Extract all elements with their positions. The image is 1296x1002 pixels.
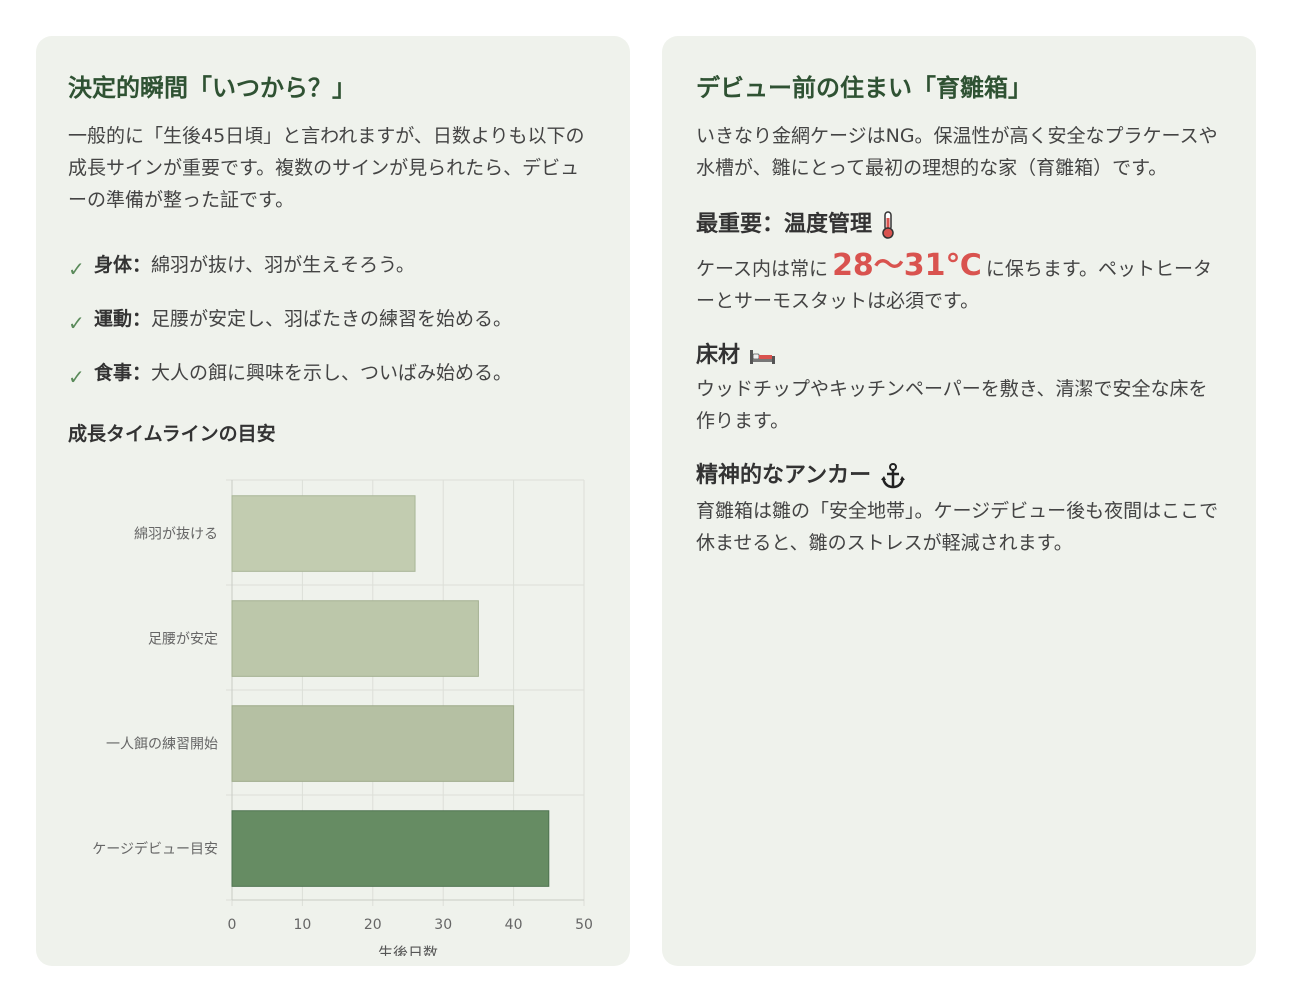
bed-icon xyxy=(748,346,776,366)
bar xyxy=(231,810,550,887)
temperature-value: 28〜31℃ xyxy=(832,248,982,283)
growth-timeline-chart: 綿羽が抜ける足腰が安定一人餌の練習開始ケージデビュー目安 0 10 20 30 40 50 生… xyxy=(92,479,593,956)
x-tick-label: 0 xyxy=(228,917,237,933)
bar xyxy=(231,600,479,677)
temperature-text: ケース内は常に 28〜31℃ に保ちます。ペットヒーターとサーモスタットは必須です。 xyxy=(696,250,1222,317)
timing-title: 決定的瞬間「いつから？」 xyxy=(68,74,356,102)
anchor-icon xyxy=(879,462,907,490)
category-label: 綿羽が抜ける xyxy=(134,527,218,543)
x-axis-title: 生後日数 xyxy=(378,944,438,956)
floor-text: ウッドチップやキッチンペーパーを敷き、清潔で安全な床を作ります。 xyxy=(696,378,1208,432)
growth-sign-item: ✓ 身体： 綿羽が抜け、羽が生えそろう。 xyxy=(68,236,598,290)
floor-heading-text: 床材 xyxy=(696,343,741,368)
thermometer-icon xyxy=(880,211,896,239)
anchor-heading: 精神的なアンカー xyxy=(696,459,1222,493)
temperature-pre: ケース内は常に xyxy=(696,258,829,280)
bar xyxy=(231,705,515,782)
category-label: ケージデビュー目安 xyxy=(92,841,218,858)
anchor-text: 育雛箱は雛の「安全地帯」。ケージデビュー後も夜間はここで休ませると、雛のストレス… xyxy=(696,500,1219,554)
timeline-heading: 成長タイムラインの目安 xyxy=(68,423,276,445)
sign-key: 身体： xyxy=(94,253,152,276)
anchor-section: 精神的なアンカー 育雛箱は雛の「安全地帯」。ケージデビュー後も夜間はここで休ませ… xyxy=(696,459,1222,559)
x-tick-label: 10 xyxy=(293,917,311,933)
check-icon: ✓ xyxy=(68,257,85,281)
check-icon: ✓ xyxy=(68,311,85,335)
temperature-heading: 最重要：温度管理 xyxy=(696,208,1222,242)
growth-sign-item: ✓ 運動： 足腰が安定し、羽ばたきの練習を始める。 xyxy=(68,290,598,344)
growth-signs-list: ✓ 身体： 綿羽が抜け、羽が生えそろう。 ✓ 運動： 足腰が安定し、羽ばたきの練… xyxy=(68,236,598,398)
brooder-title: デビュー前の住まい「育雛箱」 xyxy=(696,74,1032,102)
x-tick-label: 20 xyxy=(364,917,382,933)
category-label: 一人餌の練習開始 xyxy=(106,736,218,753)
category-label: 足腰が安定 xyxy=(148,632,218,648)
temperature-section: 最重要：温度管理 ケース内は常に 28〜31℃ に保ちます。ペットヒーターとサーモス… xyxy=(696,208,1222,317)
timing-intro: 一般的に「生後45日頃」と言われますが、日数よりも以下の成長サインが重要です。複… xyxy=(68,125,585,211)
floor-heading: 床材 xyxy=(696,339,1222,373)
check-icon: ✓ xyxy=(68,365,85,389)
timing-card: 決定的瞬間「いつから？」 一般的に「生後45日頃」と言われますが、日数よりも以下… xyxy=(36,36,630,966)
sign-text: 綿羽が抜け、羽が生えそろう。 xyxy=(151,253,415,276)
sign-text: 足腰が安定し、羽ばたきの練習を始める。 xyxy=(151,307,513,330)
brooder-card: デビュー前の住まい「育雛箱」 いきなり金網ケージはNG。保温性が高く安全なプラケ… xyxy=(662,36,1256,966)
bar xyxy=(231,495,416,572)
anchor-heading-text: 精神的なアンカー xyxy=(696,463,872,488)
sign-text: 大人の餌に興味を示し、ついばみ始める。 xyxy=(151,361,513,384)
sign-key: 運動： xyxy=(94,307,152,330)
floor-section: 床材 ウッドチップやキッチンペーパーを敷き、清潔で安全な床を作ります。 xyxy=(696,339,1222,437)
brooder-intro: いきなり金網ケージはNG。保温性が高く安全なプラケースや水槽が、雛にとって最初の… xyxy=(696,125,1218,179)
sign-key: 食事： xyxy=(94,361,152,384)
x-tick-label: 40 xyxy=(505,917,523,933)
x-tick-label: 30 xyxy=(434,917,452,933)
growth-sign-item: ✓ 食事： 大人の餌に興味を示し、ついばみ始める。 xyxy=(68,344,598,398)
temperature-heading-text: 最重要：温度管理 xyxy=(696,212,873,237)
x-tick-label: 50 xyxy=(575,917,593,933)
